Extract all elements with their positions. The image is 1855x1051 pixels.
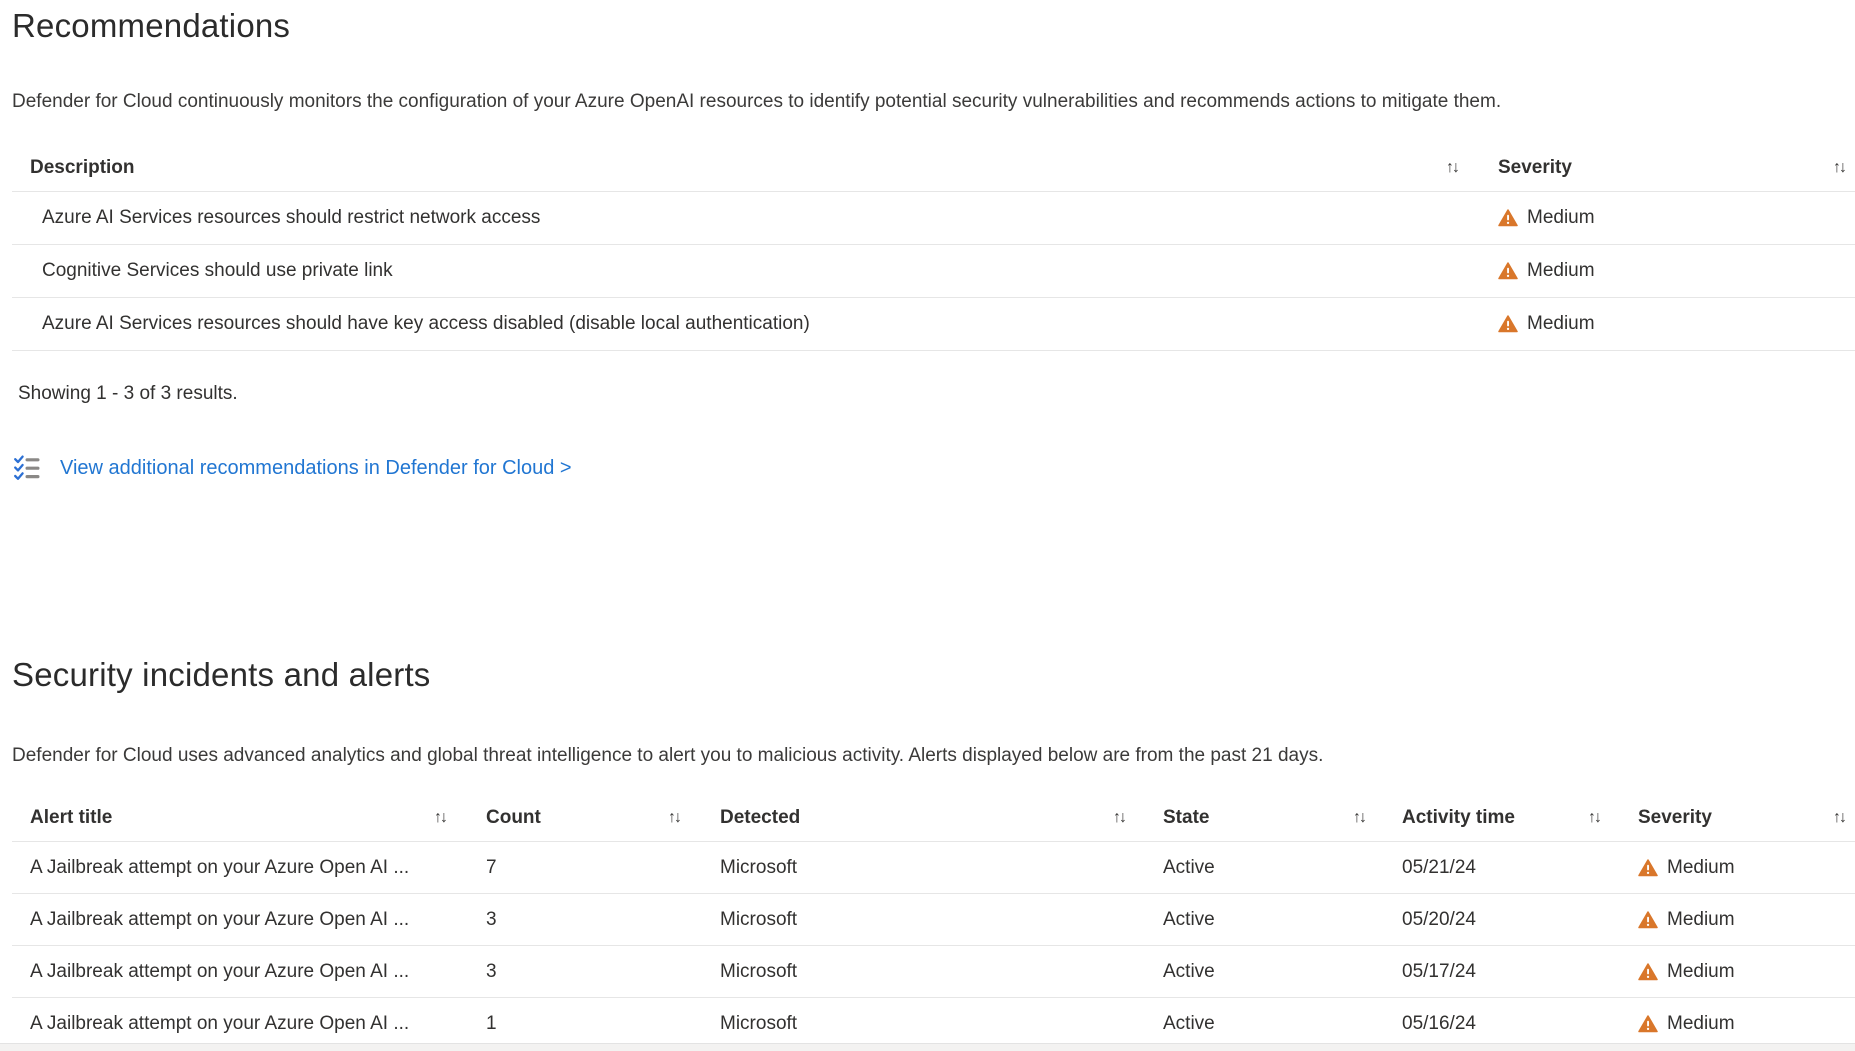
severity-cell: Medium <box>1610 842 1855 893</box>
clipped-content-strip <box>0 1043 1855 1051</box>
alert-count: 1 <box>456 998 690 1049</box>
alert-title: A Jailbreak attempt on your Azure Open A… <box>12 842 456 893</box>
warning-triangle-icon <box>1498 315 1518 333</box>
column-header-detected[interactable]: Detected ↑↓ <box>690 794 1135 841</box>
view-additional-recommendations-link[interactable]: View additional recommendations in Defen… <box>60 457 572 480</box>
severity-cell: Medium <box>1468 245 1855 297</box>
column-header-label: Count <box>486 807 668 829</box>
sort-icon[interactable]: ↑↓ <box>668 809 690 827</box>
severity-cell: Medium <box>1468 298 1855 350</box>
alert-state: Active <box>1135 998 1375 1049</box>
severity-cell: Medium <box>1610 946 1855 997</box>
defender-link-row: View additional recommendations in Defen… <box>13 453 1855 483</box>
warning-triangle-icon <box>1638 963 1658 981</box>
recommendations-description: Defender for Cloud continuously monitors… <box>12 90 1855 114</box>
table-row[interactable]: A Jailbreak attempt on your Azure Open A… <box>12 946 1855 998</box>
recommendation-description: Azure AI Services resources should have … <box>12 298 1468 350</box>
sort-icon[interactable]: ↑↓ <box>1113 809 1135 827</box>
severity-label: Medium <box>1667 961 1735 983</box>
column-header-label: Severity <box>1498 157 1833 179</box>
alert-activity-time: 05/20/24 <box>1375 894 1610 945</box>
table-row[interactable]: A Jailbreak attempt on your Azure Open A… <box>12 894 1855 946</box>
alerts-table: Alert title ↑↓ Count ↑↓ Detected ↑↓ Stat… <box>12 794 1855 1050</box>
recommendations-table: Description ↑↓ Severity ↑↓ Azure AI Serv… <box>12 144 1855 351</box>
warning-triangle-icon <box>1638 859 1658 877</box>
column-header-label: State <box>1163 807 1353 829</box>
table-row[interactable]: Azure AI Services resources should restr… <box>12 192 1855 245</box>
alert-detected: Microsoft <box>690 842 1135 893</box>
column-header-description[interactable]: Description ↑↓ <box>12 144 1468 191</box>
alerts-table-header: Alert title ↑↓ Count ↑↓ Detected ↑↓ Stat… <box>12 794 1855 842</box>
sort-icon[interactable]: ↑↓ <box>1833 809 1855 827</box>
alert-state: Active <box>1135 946 1375 997</box>
severity-label: Medium <box>1667 909 1735 931</box>
column-header-state[interactable]: State ↑↓ <box>1135 794 1375 841</box>
column-header-label: Activity time <box>1402 807 1588 829</box>
alert-count: 3 <box>456 946 690 997</box>
alert-activity-time: 05/16/24 <box>1375 998 1610 1049</box>
alert-activity-time: 05/17/24 <box>1375 946 1610 997</box>
warning-triangle-icon <box>1498 262 1518 280</box>
alert-detected: Microsoft <box>690 946 1135 997</box>
severity-label: Medium <box>1667 1013 1735 1035</box>
severity-cell: Medium <box>1610 998 1855 1049</box>
column-header-severity[interactable]: Severity ↑↓ <box>1468 144 1855 191</box>
checklist-icon <box>13 454 41 482</box>
column-header-activity-time[interactable]: Activity time ↑↓ <box>1375 794 1610 841</box>
sort-icon[interactable]: ↑↓ <box>434 809 456 827</box>
warning-triangle-icon <box>1498 209 1518 227</box>
sort-icon[interactable]: ↑↓ <box>1353 809 1375 827</box>
alert-activity-time: 05/21/24 <box>1375 842 1610 893</box>
results-summary: Showing 1 - 3 of 3 results. <box>18 383 1855 405</box>
column-header-label: Description <box>30 157 1446 179</box>
warning-triangle-icon <box>1638 911 1658 929</box>
severity-label: Medium <box>1667 857 1735 879</box>
table-row[interactable]: Azure AI Services resources should have … <box>12 298 1855 351</box>
column-header-label: Alert title <box>30 807 434 829</box>
recommendations-section-title: Recommendations <box>12 4 1855 48</box>
recommendation-description: Cognitive Services should use private li… <box>12 245 1468 297</box>
alerts-description: Defender for Cloud uses advanced analyti… <box>12 744 1855 768</box>
alert-detected: Microsoft <box>690 998 1135 1049</box>
column-header-alert-title[interactable]: Alert title ↑↓ <box>12 794 456 841</box>
alert-title: A Jailbreak attempt on your Azure Open A… <box>12 946 456 997</box>
recommendations-table-header: Description ↑↓ Severity ↑↓ <box>12 144 1855 192</box>
severity-cell: Medium <box>1610 894 1855 945</box>
alert-title: A Jailbreak attempt on your Azure Open A… <box>12 998 456 1049</box>
severity-cell: Medium <box>1468 192 1855 244</box>
table-row[interactable]: Cognitive Services should use private li… <box>12 245 1855 298</box>
warning-triangle-icon <box>1638 1015 1658 1033</box>
column-header-label: Detected <box>720 807 1113 829</box>
sort-icon[interactable]: ↑↓ <box>1446 159 1468 177</box>
alert-count: 3 <box>456 894 690 945</box>
severity-label: Medium <box>1527 313 1595 335</box>
defender-overview-page: Recommendations Defender for Cloud conti… <box>0 0 1855 1051</box>
alerts-section-title: Security incidents and alerts <box>12 653 1855 697</box>
recommendation-description: Azure AI Services resources should restr… <box>12 192 1468 244</box>
sort-icon[interactable]: ↑↓ <box>1588 809 1610 827</box>
severity-label: Medium <box>1527 207 1595 229</box>
alert-title: A Jailbreak attempt on your Azure Open A… <box>12 894 456 945</box>
alert-state: Active <box>1135 842 1375 893</box>
table-row[interactable]: A Jailbreak attempt on your Azure Open A… <box>12 842 1855 894</box>
column-header-severity[interactable]: Severity ↑↓ <box>1610 794 1855 841</box>
alert-state: Active <box>1135 894 1375 945</box>
severity-label: Medium <box>1527 260 1595 282</box>
alert-count: 7 <box>456 842 690 893</box>
alert-detected: Microsoft <box>690 894 1135 945</box>
column-header-count[interactable]: Count ↑↓ <box>456 794 690 841</box>
sort-icon[interactable]: ↑↓ <box>1833 159 1855 177</box>
column-header-label: Severity <box>1638 807 1833 829</box>
